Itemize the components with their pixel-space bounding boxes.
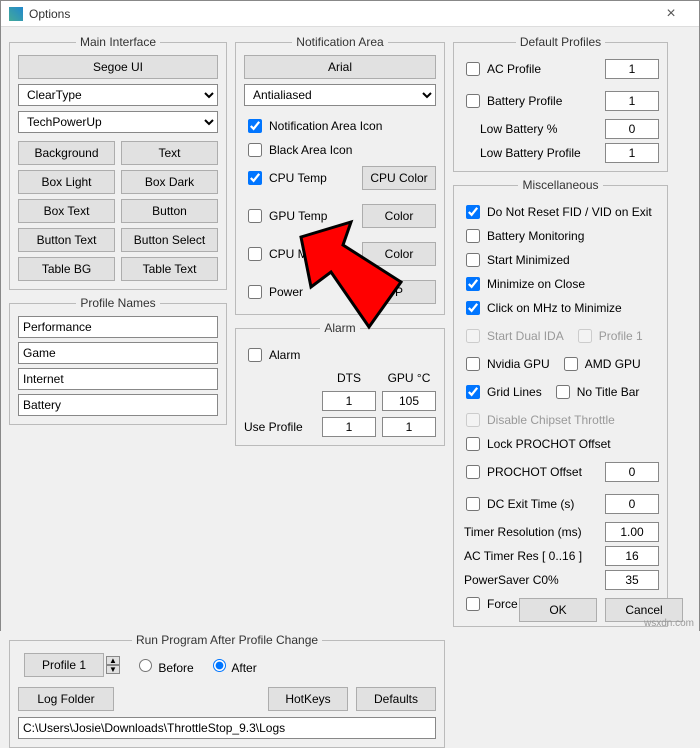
power-check[interactable]: Power xyxy=(244,282,356,302)
low-battery-pct-label: Low Battery % xyxy=(462,122,599,136)
black-icon-check[interactable]: Black Area Icon xyxy=(244,140,436,160)
table-bg-button[interactable]: Table BG xyxy=(18,257,115,281)
main-interface-legend: Main Interface xyxy=(76,35,160,49)
button-select-button[interactable]: Button Select xyxy=(121,228,218,252)
dual-ida-check: Start Dual IDA xyxy=(462,326,564,346)
main-interface-group: Main Interface Segoe UI ClearType TechPo… xyxy=(9,35,227,290)
no-titlebar-check[interactable]: No Title Bar xyxy=(552,382,640,402)
low-battery-profile-val[interactable]: 1 xyxy=(605,143,659,163)
start-min-check[interactable]: Start Minimized xyxy=(462,250,659,270)
defaults-button[interactable]: Defaults xyxy=(356,687,436,711)
misc-group: Miscellaneous Do Not Reset FID / VID on … xyxy=(453,178,668,627)
log-folder-button[interactable]: Log Folder xyxy=(18,687,114,711)
ac-timer-val[interactable]: 16 xyxy=(605,546,659,566)
notif-font-button[interactable]: Arial xyxy=(244,55,436,79)
cpu-mhz-check[interactable]: CPU MHz xyxy=(244,244,356,264)
dc-exit-val[interactable]: 0 xyxy=(605,494,659,514)
min-close-check[interactable]: Minimize on Close xyxy=(462,274,659,294)
default-profiles-group: Default Profiles AC Profile 1 Battery Pro… xyxy=(453,35,668,172)
app-icon xyxy=(9,7,23,21)
render-select[interactable]: ClearType xyxy=(18,84,218,106)
grid-lines-check[interactable]: Grid Lines xyxy=(462,382,542,402)
ac-profile-check[interactable]: AC Profile xyxy=(462,59,599,79)
gpu-label: GPU °C xyxy=(382,371,436,385)
background-button[interactable]: Background xyxy=(18,141,115,165)
use-profile-1[interactable]: 1 xyxy=(322,417,376,437)
profile-names-group: Profile Names xyxy=(9,296,227,425)
after-radio[interactable]: After xyxy=(208,656,257,675)
ac-profile-val[interactable]: 1 xyxy=(605,59,659,79)
misc-legend: Miscellaneous xyxy=(518,178,602,192)
lock-prochot-check[interactable]: Lock PROCHOT Offset xyxy=(462,434,659,454)
gpu-color-button[interactable]: Color xyxy=(362,204,436,228)
nvidia-check[interactable]: Nvidia GPU xyxy=(462,354,550,374)
profile-names-legend: Profile Names xyxy=(76,296,159,310)
brand-select[interactable]: TechPowerUp xyxy=(18,111,218,133)
box-text-button[interactable]: Box Text xyxy=(18,199,115,223)
prochot-val[interactable]: 0 xyxy=(605,462,659,482)
run-program-group: Run Program After Profile Change Profile… xyxy=(9,633,445,748)
psc0-label: PowerSaver C0% xyxy=(462,573,599,587)
profile1-check: Profile 1 xyxy=(574,326,643,346)
notif-icon-check[interactable]: Notification Area Icon xyxy=(244,116,436,136)
table-text-button[interactable]: Table Text xyxy=(121,257,218,281)
close-icon[interactable]: × xyxy=(651,5,691,23)
timer-label: Timer Resolution (ms) xyxy=(462,525,599,539)
run-program-legend: Run Program After Profile Change xyxy=(132,633,322,647)
no-reset-check[interactable]: Do Not Reset FID / VID on Exit xyxy=(462,202,659,222)
window-title: Options xyxy=(29,7,651,21)
mhz-color-button[interactable]: Color xyxy=(362,242,436,266)
ok-button[interactable]: OK xyxy=(519,598,597,622)
profile1-input[interactable] xyxy=(18,316,218,338)
hotkeys-button[interactable]: HotKeys xyxy=(268,687,348,711)
click-mhz-check[interactable]: Click on MHz to Minimize xyxy=(462,298,659,318)
options-window: Options × Main Interface Segoe UI ClearT… xyxy=(0,0,700,631)
amd-check[interactable]: AMD GPU xyxy=(560,354,641,374)
profile2-input[interactable] xyxy=(18,342,218,364)
ac-timer-label: AC Timer Res [ 0..16 ] xyxy=(462,549,599,563)
timer-val[interactable]: 1.00 xyxy=(605,522,659,542)
power-button[interactable]: P xyxy=(362,280,436,304)
alarm-legend: Alarm xyxy=(320,321,359,335)
box-dark-button[interactable]: Box Dark xyxy=(121,170,218,194)
cpu-temp-check[interactable]: CPU Temp xyxy=(244,168,356,188)
font-button[interactable]: Segoe UI xyxy=(18,55,218,79)
low-battery-profile-label: Low Battery Profile xyxy=(462,146,599,160)
battery-profile-check[interactable]: Battery Profile xyxy=(462,91,599,111)
use-profile-2[interactable]: 1 xyxy=(382,417,436,437)
antialias-select[interactable]: Antialiased xyxy=(244,84,436,106)
box-light-button[interactable]: Box Light xyxy=(18,170,115,194)
battery-mon-check[interactable]: Battery Monitoring xyxy=(462,226,659,246)
dts-value[interactable]: 1 xyxy=(322,391,376,411)
run-profile-select[interactable]: Profile 1 xyxy=(24,653,104,677)
alarm-check[interactable]: Alarm xyxy=(244,345,436,365)
dc-exit-check[interactable]: DC Exit Time (s) xyxy=(462,494,599,514)
button-button[interactable]: Button xyxy=(121,199,218,223)
before-radio[interactable]: Before xyxy=(134,656,194,675)
profile4-input[interactable] xyxy=(18,394,218,416)
low-battery-pct-val[interactable]: 0 xyxy=(605,119,659,139)
default-profiles-legend: Default Profiles xyxy=(516,35,605,49)
battery-profile-val[interactable]: 1 xyxy=(605,91,659,111)
prochot-check[interactable]: PROCHOT Offset xyxy=(462,462,599,482)
cpu-color-button[interactable]: CPU Color xyxy=(362,166,436,190)
button-text-button[interactable]: Button Text xyxy=(18,228,115,252)
text-button[interactable]: Text xyxy=(121,141,218,165)
chipset-check: Disable Chipset Throttle xyxy=(462,410,659,430)
dts-label: DTS xyxy=(322,371,376,385)
alarm-group: Alarm Alarm DTS GPU °C 1 105 Use Profile… xyxy=(235,321,445,446)
watermark: wsxdn.com xyxy=(644,618,694,629)
spin-up-icon[interactable]: ▲ xyxy=(106,656,120,665)
gpu-temp-check[interactable]: GPU Temp xyxy=(244,206,356,226)
spin-down-icon[interactable]: ▼ xyxy=(106,665,120,674)
titlebar: Options × xyxy=(1,1,699,27)
use-profile-label: Use Profile xyxy=(244,420,316,434)
log-path-input[interactable] xyxy=(18,717,436,739)
profile3-input[interactable] xyxy=(18,368,218,390)
notification-area-legend: Notification Area xyxy=(292,35,387,49)
notification-area-group: Notification Area Arial Antialiased Noti… xyxy=(235,35,445,315)
gpu-value[interactable]: 105 xyxy=(382,391,436,411)
psc0-val[interactable]: 35 xyxy=(605,570,659,590)
